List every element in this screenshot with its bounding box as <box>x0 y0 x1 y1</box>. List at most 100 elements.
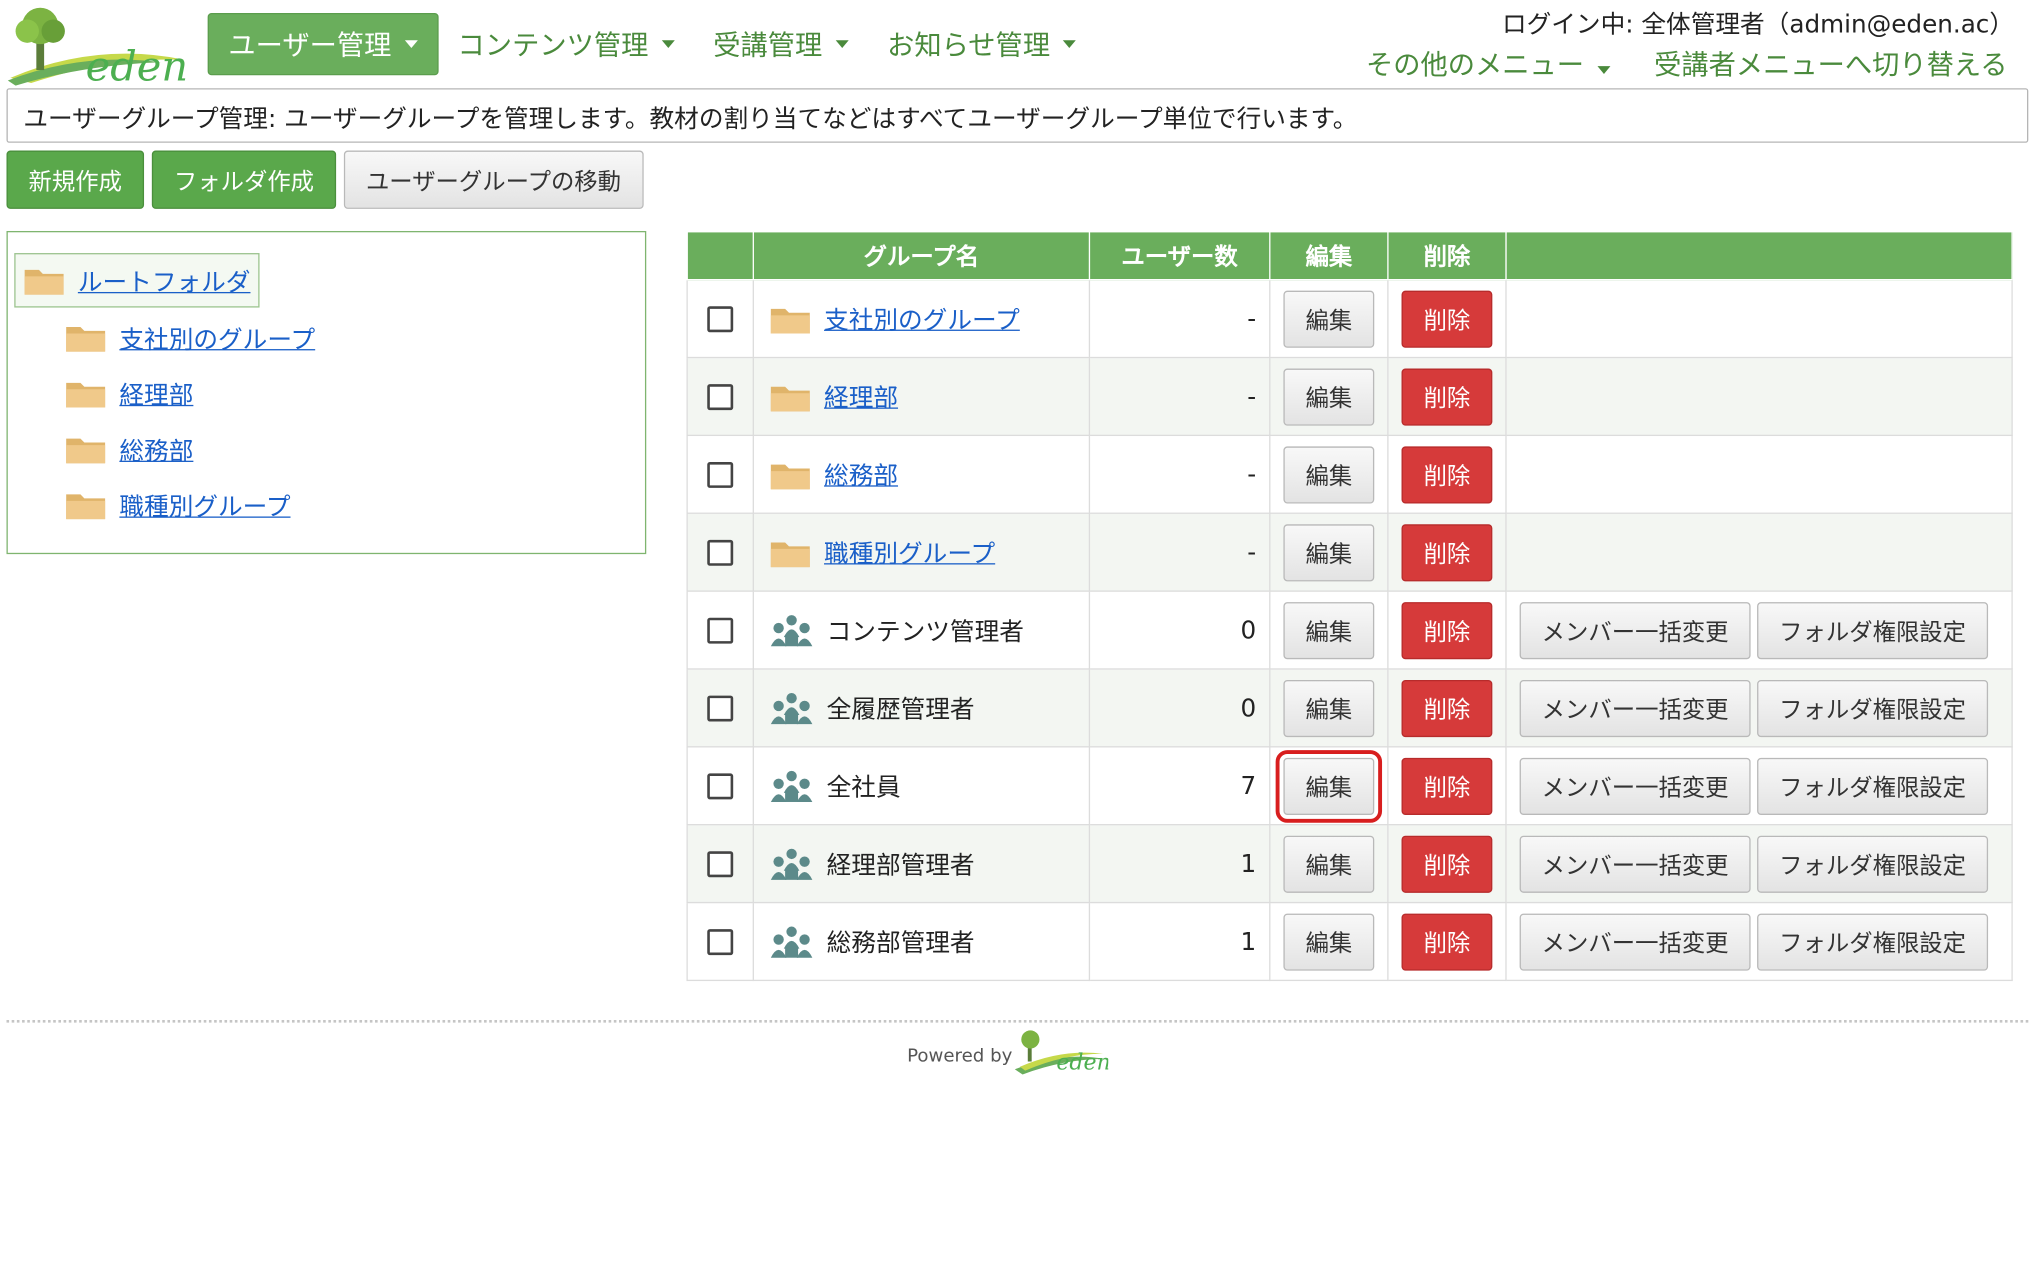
delete-button[interactable]: 削除 <box>1401 523 1493 581</box>
tree-item[interactable]: 経理部 <box>65 374 193 413</box>
edit-button[interactable]: 編集 <box>1283 835 1375 893</box>
edit-button[interactable]: 編集 <box>1283 367 1375 425</box>
select-cell <box>686 279 754 359</box>
user-count-cell: 1 <box>1088 901 1271 982</box>
row-checkbox[interactable] <box>707 773 734 800</box>
folder-icon <box>770 541 810 567</box>
folder-icon <box>66 382 106 408</box>
delete-button[interactable]: 削除 <box>1401 367 1493 425</box>
group-name-cell: 総務部 <box>752 434 1091 514</box>
edit-button[interactable]: 編集 <box>1283 601 1375 659</box>
folder-permission-button[interactable]: フォルダ権限設定 <box>1757 601 1989 659</box>
powered-by: Powered by eden <box>907 1028 1108 1075</box>
create-folder-button[interactable]: フォルダ作成 <box>151 150 337 209</box>
delete-button[interactable]: 削除 <box>1401 601 1493 659</box>
bulk-member-change-button[interactable]: メンバー一括変更 <box>1519 835 1751 893</box>
select-cell <box>686 824 754 904</box>
row-checkbox[interactable] <box>707 929 734 956</box>
tree-item-link[interactable]: 職種別グループ <box>119 487 290 522</box>
main-nav: ユーザー管理 コンテンツ管理 受講管理 お知らせ管理 <box>207 12 1096 76</box>
delete-button[interactable]: 削除 <box>1401 679 1493 737</box>
select-cell <box>686 901 754 982</box>
row-checkbox[interactable] <box>707 384 734 411</box>
extra-actions-cell: メンバー一括変更 フォルダ権限設定 <box>1505 901 2013 982</box>
tree-root[interactable]: ルートフォルダ <box>14 253 260 308</box>
other-menu-link[interactable]: その他のメニュー <box>1366 44 1610 83</box>
group-name: 経理部管理者 <box>826 851 975 880</box>
sub-links: その他のメニュー 受講者メニューへ切り替える <box>1366 44 2008 83</box>
row-checkbox[interactable] <box>707 617 734 644</box>
bulk-member-change-button[interactable]: メンバー一括変更 <box>1519 912 1751 971</box>
edit-cell: 編集 <box>1269 356 1389 437</box>
delete-button[interactable]: 削除 <box>1401 912 1493 971</box>
delete-cell: 削除 <box>1387 668 1507 748</box>
nav-content-management[interactable]: コンテンツ管理 <box>438 13 694 75</box>
delete-button[interactable]: 削除 <box>1401 445 1493 503</box>
row-checkbox[interactable] <box>707 306 734 333</box>
user-count-cell: - <box>1088 512 1271 592</box>
folder-permission-button[interactable]: フォルダ権限設定 <box>1757 835 1989 893</box>
folder-permission-button[interactable]: フォルダ権限設定 <box>1757 757 1989 815</box>
edit-button[interactable]: 編集 <box>1275 749 1383 823</box>
row-checkbox[interactable] <box>707 695 734 722</box>
user-count-cell: 0 <box>1088 668 1271 748</box>
edit-cell: 編集 <box>1269 434 1389 514</box>
nav-notice-management[interactable]: お知らせ管理 <box>868 13 1096 75</box>
edit-button[interactable]: 編集 <box>1283 912 1375 971</box>
bulk-member-change-button[interactable]: メンバー一括変更 <box>1519 679 1751 737</box>
group-folder-link[interactable]: 経理部 <box>824 379 898 414</box>
bulk-member-change-button[interactable]: メンバー一括変更 <box>1519 757 1751 815</box>
tree-item-link[interactable]: 総務部 <box>119 431 193 466</box>
edit-cell: 編集 <box>1269 746 1389 826</box>
folder-icon <box>66 494 106 520</box>
tree-root-link[interactable]: ルートフォルダ <box>78 263 251 298</box>
svg-text:eden: eden <box>86 41 188 85</box>
group-name-cell: 支社別のグループ <box>752 279 1091 359</box>
row-checkbox[interactable] <box>707 851 734 878</box>
select-cell <box>686 434 754 514</box>
group-name: 全社員 <box>826 773 901 802</box>
tree-item[interactable]: 総務部 <box>65 430 193 469</box>
tree-item-link[interactable]: 支社別のグループ <box>119 320 315 355</box>
edit-cell: 編集 <box>1269 901 1389 982</box>
extra-actions-cell: メンバー一括変更 フォルダ権限設定 <box>1505 746 2013 826</box>
caret-down-icon <box>661 40 675 49</box>
edit-button[interactable]: 編集 <box>1283 290 1375 348</box>
tree-item[interactable]: 支社別のグループ <box>65 318 315 357</box>
bulk-member-change-button[interactable]: メンバー一括変更 <box>1519 601 1751 659</box>
select-cell <box>686 590 754 670</box>
group-folder-link[interactable]: 総務部 <box>824 457 898 492</box>
folder-permission-button[interactable]: フォルダ権限設定 <box>1757 912 1989 971</box>
table-row: 経理部 - 編集 削除 <box>686 356 2013 437</box>
eden-footer-logo: eden <box>1015 1030 1108 1075</box>
delete-button[interactable]: 削除 <box>1401 757 1493 815</box>
group-folder-link[interactable]: 職種別グループ <box>824 535 995 570</box>
eden-logo[interactable]: eden <box>5 3 189 86</box>
folder-permission-button[interactable]: フォルダ権限設定 <box>1757 679 1989 737</box>
group-folder-link[interactable]: 支社別のグループ <box>824 301 1020 336</box>
move-group-button[interactable]: ユーザーグループの移動 <box>343 150 644 209</box>
user-count-cell: 0 <box>1088 590 1271 670</box>
tree-item[interactable]: 職種別グループ <box>65 485 291 524</box>
select-cell <box>686 512 754 592</box>
row-checkbox[interactable] <box>707 461 734 488</box>
delete-cell: 削除 <box>1387 356 1507 437</box>
edit-button[interactable]: 編集 <box>1283 445 1375 503</box>
delete-cell: 削除 <box>1387 512 1507 592</box>
nav-label: お知らせ管理 <box>887 29 1051 61</box>
delete-button[interactable]: 削除 <box>1401 290 1493 348</box>
nav-user-management[interactable]: ユーザー管理 <box>207 12 439 76</box>
edit-button[interactable]: 編集 <box>1283 679 1375 737</box>
new-button[interactable]: 新規作成 <box>6 150 145 209</box>
table-row: 総務部管理者 1 編集 削除 メンバー一括変更 フォルダ権限設定 <box>686 901 2013 982</box>
header-extra <box>1505 230 2013 281</box>
edit-button[interactable]: 編集 <box>1283 523 1375 581</box>
folder-icon <box>66 327 106 352</box>
row-checkbox[interactable] <box>707 539 734 566</box>
nav-course-management[interactable]: 受講管理 <box>694 13 868 75</box>
delete-button[interactable]: 削除 <box>1401 835 1493 893</box>
switch-learner-menu-link[interactable]: 受講者メニューへ切り替える <box>1654 44 2007 83</box>
tree-item-link[interactable]: 経理部 <box>119 376 193 411</box>
header-group-name: グループ名 <box>752 230 1091 281</box>
folder-icon <box>66 438 106 464</box>
